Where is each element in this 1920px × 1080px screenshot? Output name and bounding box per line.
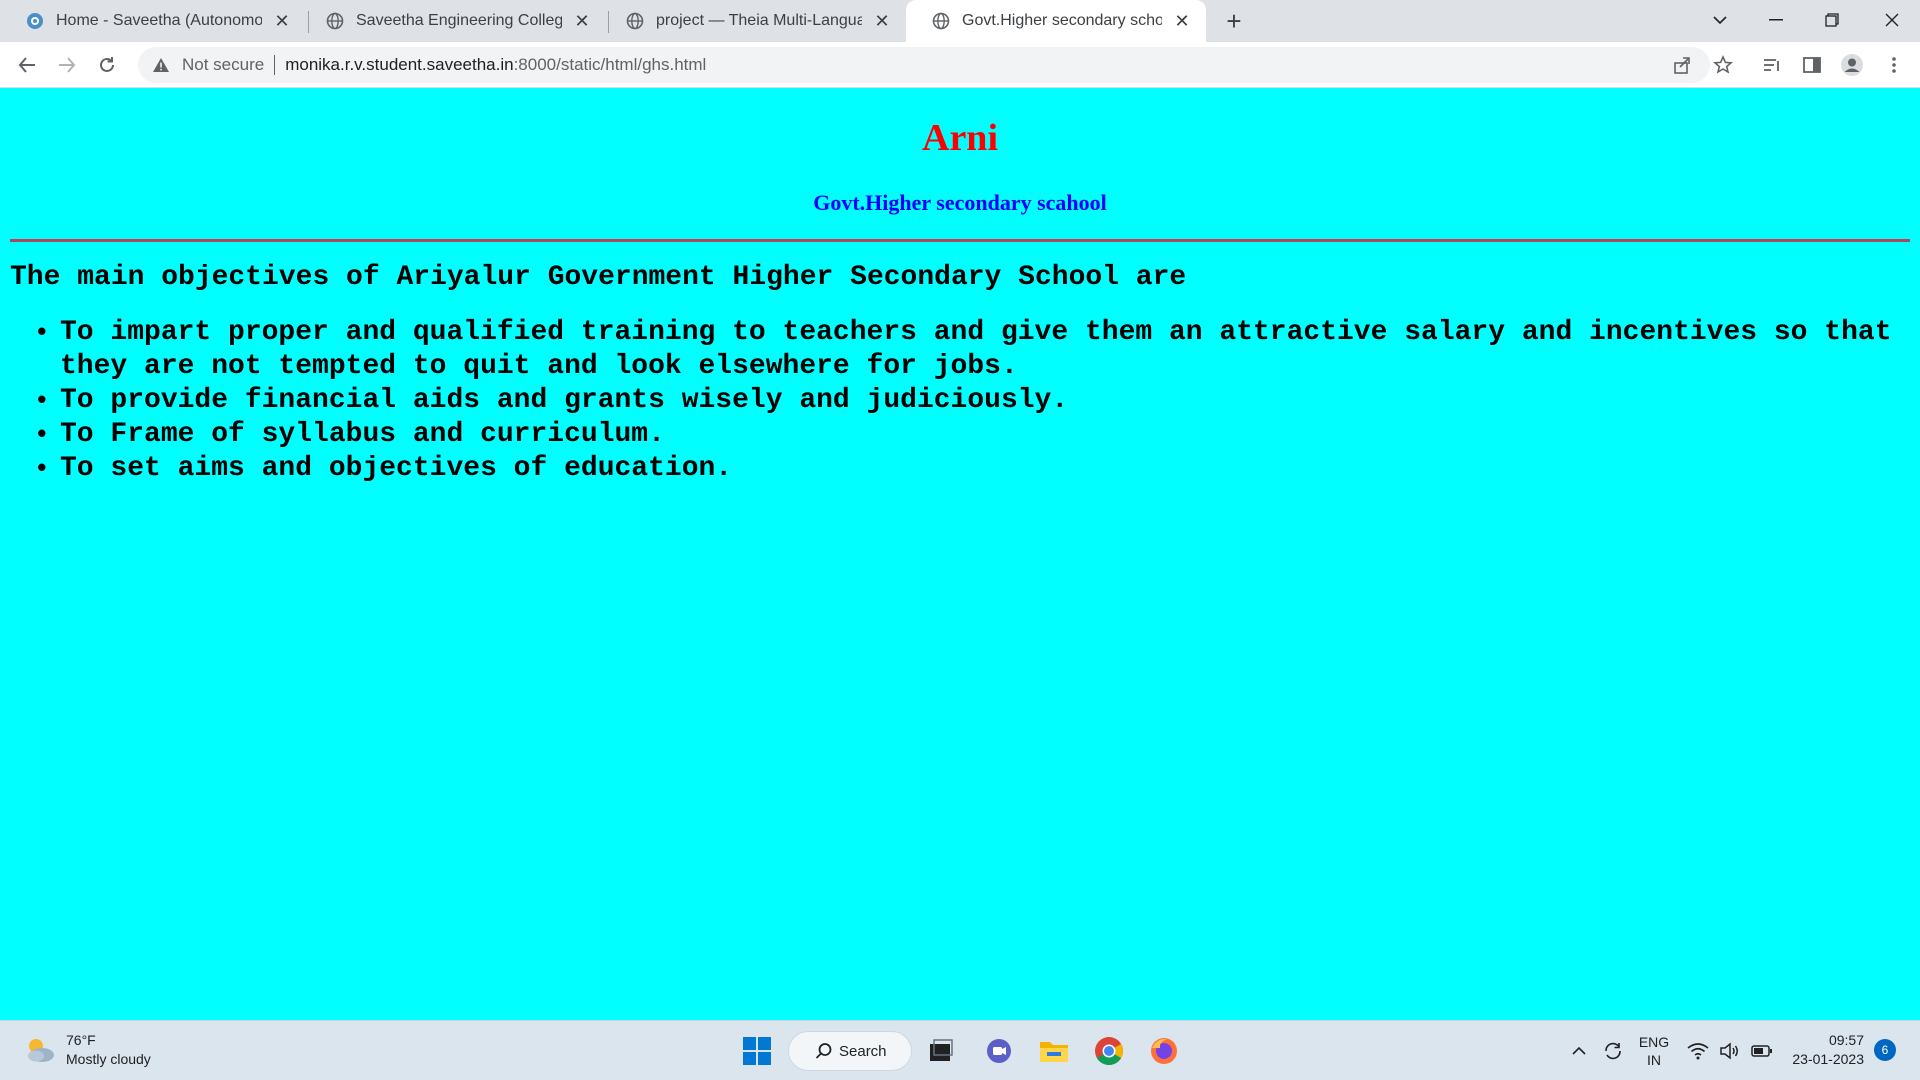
tab-theia-project[interactable]: project — Theia Multi-Language ✕ (600, 0, 906, 42)
task-view-button[interactable] (920, 1029, 962, 1073)
avatar-icon (1841, 54, 1863, 76)
search-label: Search (839, 1042, 887, 1060)
taskbar-search[interactable]: Search (788, 1031, 912, 1071)
sync-icon (1605, 1042, 1621, 1060)
warning-icon[interactable] (150, 54, 172, 76)
tab-search-button[interactable] (1692, 0, 1748, 40)
weather-widget[interactable]: 76°F Mostly cloudy (22, 1031, 151, 1069)
url-path: :8000/static/html/ghs.html (513, 55, 707, 74)
tab-title: Govt.Higher secondary school (962, 12, 1162, 29)
wifi-icon (1687, 1043, 1709, 1060)
language-indicator[interactable]: ENG IN (1632, 1031, 1676, 1071)
tab-title: project — Theia Multi-Language (656, 12, 862, 29)
sync-status-button[interactable] (1598, 1031, 1628, 1071)
clock-time: 09:57 (1828, 1032, 1864, 1048)
chat-icon (987, 1039, 1011, 1063)
new-tab-button[interactable]: + (1220, 6, 1248, 36)
security-status[interactable]: Not secure (182, 55, 264, 75)
volume-icon (1720, 1042, 1738, 1060)
battery-button[interactable] (1748, 1031, 1776, 1071)
tab-home-saveetha[interactable]: Home - Saveetha (Autonomous) ✕ (0, 0, 306, 42)
chevron-down-icon (1713, 16, 1727, 25)
restore-icon (1825, 13, 1839, 27)
side-panel-icon (1803, 57, 1821, 73)
list-item: To Frame of syllabus and curriculum. (34, 418, 1900, 452)
more-vert-icon (1892, 57, 1896, 73)
page-subtitle: Govt.Higher secondary scahool (813, 190, 1107, 215)
windows-icon (743, 1037, 771, 1065)
profile-button[interactable] (1838, 51, 1866, 79)
search-icon (815, 1043, 832, 1059)
browser-toolbar: Not secure monika.r.v.student.saveetha.i… (0, 42, 1920, 88)
chrome-icon (1095, 1037, 1123, 1065)
objectives-list: To impart proper and qualified training … (34, 316, 1900, 486)
page-content: Arni Govt.Higher secondary scahool The m… (0, 88, 1920, 1020)
menu-button[interactable] (1880, 51, 1908, 79)
clock[interactable]: 09:57 23-01-2023 (1784, 1031, 1864, 1069)
tab-govt-school[interactable]: Govt.Higher secondary school ✕ (906, 0, 1206, 42)
arrow-right-icon (59, 57, 76, 73)
bookmark-button[interactable] (1709, 51, 1737, 79)
weather-condition: Mostly cloudy (66, 1051, 151, 1067)
language-code: ENG (1638, 1034, 1670, 1050)
minimize-icon (1769, 19, 1783, 21)
list-item: To impart proper and qualified training … (34, 316, 1900, 384)
folder-icon (1040, 1042, 1068, 1062)
taskbar: 76°F Mostly cloudy Search ENG IN 09:57 2… (0, 1020, 1920, 1080)
cloudy-weather-icon (28, 1039, 54, 1062)
saveetha-icon (27, 13, 43, 29)
share-icon (1674, 57, 1690, 74)
reload-button[interactable] (93, 51, 121, 79)
globe-icon (932, 12, 950, 30)
star-icon (1713, 55, 1733, 74)
share-button[interactable] (1668, 51, 1696, 79)
close-icon (1885, 13, 1899, 27)
teams-chat-button[interactable] (978, 1029, 1020, 1073)
list-item: To provide financial aids and grants wis… (34, 384, 1900, 418)
close-icon[interactable]: ✕ (1172, 11, 1192, 31)
network-button[interactable] (1684, 1031, 1712, 1071)
globe-icon (626, 12, 644, 30)
tab-title: Saveetha Engineering College (356, 12, 562, 29)
forward-button[interactable] (53, 51, 81, 79)
arrow-left-icon (18, 57, 35, 73)
show-hidden-icons-button[interactable] (1566, 1031, 1592, 1071)
volume-button[interactable] (1716, 1031, 1744, 1071)
start-button[interactable] (736, 1029, 778, 1073)
battery-icon (1751, 1045, 1772, 1057)
weather-temperature: 76°F (66, 1032, 96, 1048)
notification-badge[interactable]: 6 (1874, 1039, 1896, 1061)
clock-date: 23-01-2023 (1792, 1051, 1864, 1067)
globe-icon (326, 12, 344, 30)
chevron-up-icon (1572, 1046, 1586, 1055)
task-view-icon (930, 1039, 953, 1061)
region-code: IN (1647, 1052, 1661, 1068)
page-title: Arni (922, 117, 998, 159)
intro-paragraph: The main objectives of Ariyalur Governme… (10, 262, 1187, 293)
address-bar[interactable]: Not secure monika.r.v.student.saveetha.i… (138, 47, 1710, 83)
reading-list-button[interactable] (1758, 51, 1786, 79)
back-button[interactable] (13, 51, 41, 79)
file-explorer-button[interactable] (1033, 1029, 1075, 1073)
list-item: To set aims and objectives of education. (34, 452, 1900, 486)
tab-strip: Home - Saveetha (Autonomous) ✕ Saveetha … (0, 0, 1920, 42)
url-host: monika.r.v.student.saveetha.in (285, 55, 514, 74)
firefox-icon (1151, 1038, 1177, 1064)
tab-saveetha-engineering[interactable]: Saveetha Engineering College ✕ (300, 0, 606, 42)
close-window-button[interactable] (1864, 0, 1920, 40)
minimize-button[interactable] (1748, 0, 1804, 40)
horizontal-rule (10, 239, 1910, 242)
close-icon[interactable]: ✕ (272, 11, 292, 31)
close-icon[interactable]: ✕ (572, 11, 592, 31)
firefox-button[interactable] (1143, 1029, 1185, 1073)
side-panel-button[interactable] (1798, 51, 1826, 79)
close-icon[interactable]: ✕ (872, 11, 892, 31)
tab-title: Home - Saveetha (Autonomous) (56, 12, 262, 29)
restore-button[interactable] (1804, 0, 1860, 40)
chrome-button[interactable] (1088, 1029, 1130, 1073)
reading-list-icon (1764, 59, 1779, 71)
reload-icon (100, 57, 114, 72)
divider (274, 55, 276, 75)
